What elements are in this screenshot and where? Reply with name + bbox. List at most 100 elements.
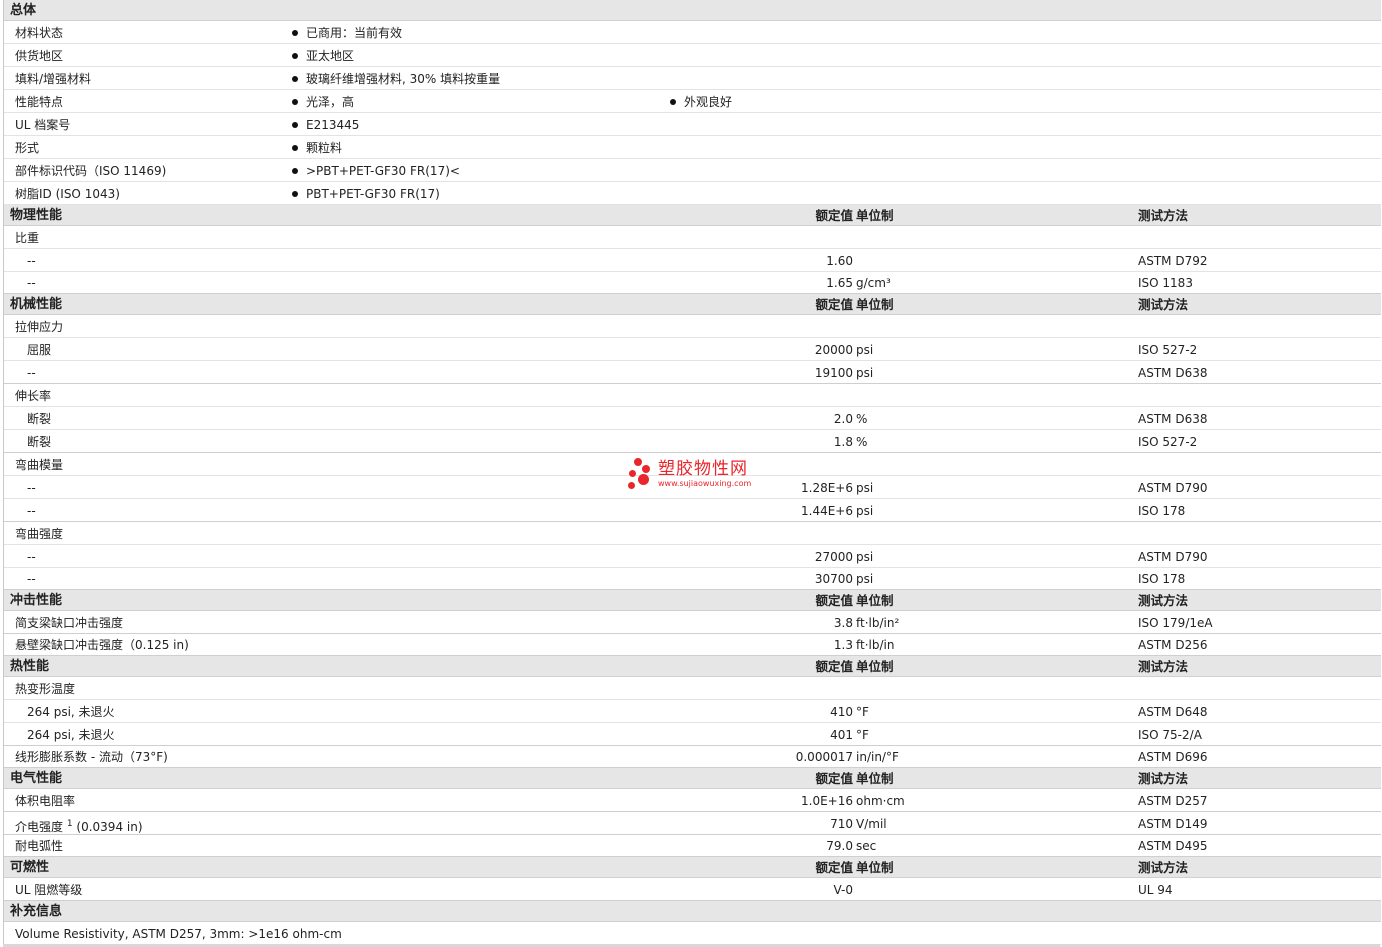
supplemental-text: Volume Resistivity, ASTM D257, 3mm: >1e1… bbox=[15, 927, 342, 941]
section-header-impact: 冲击性能 额定值 单位制 测试方法 bbox=[4, 590, 1381, 611]
bullet-text: 光泽，高 bbox=[306, 95, 355, 109]
column-header-value: 额定值 bbox=[815, 297, 853, 312]
property-test-method: ASTM D790 bbox=[1138, 550, 1208, 564]
column-header-value: 额定值 bbox=[815, 659, 853, 674]
property-row: 线形膨胀系数 - 流动（73°F) 0.000017 in/in/°F ASTM… bbox=[4, 746, 1381, 768]
group-label: 弯曲模量 bbox=[15, 458, 64, 472]
property-row: 介电强度 1 (0.0394 in) 710 V/mil ASTM D149 bbox=[4, 812, 1381, 835]
section-header-supplemental: 补充信息 bbox=[4, 901, 1381, 922]
column-header-unit: 单位制 bbox=[856, 659, 894, 674]
column-header-test: 测试方法 bbox=[1138, 297, 1189, 312]
column-header-test: 测试方法 bbox=[1138, 659, 1189, 674]
property-row: 264 psi, 未退火 410 °F ASTM D648 bbox=[4, 700, 1381, 723]
section-header-electrical: 电气性能 额定值 单位制 测试方法 bbox=[4, 768, 1381, 789]
property-bullet-value: 已商用：当前有效 bbox=[292, 22, 402, 45]
property-label: 耐电弧性 bbox=[15, 839, 64, 853]
label-condition: (0.0394 in) bbox=[76, 820, 143, 834]
property-label: 简支梁缺口冲击强度 bbox=[15, 616, 124, 630]
bullet-text: >PBT+PET-GF30 FR(17)< bbox=[306, 164, 460, 178]
property-unit: in/in/°F bbox=[856, 750, 899, 764]
property-label: 部件标识代码（ISO 11469) bbox=[15, 164, 167, 178]
property-group-row: 拉伸应力 bbox=[4, 315, 1381, 338]
bullet-text: 亚太地区 bbox=[306, 49, 355, 63]
property-row: 264 psi, 未退火 401 °F ISO 75-2/A bbox=[4, 723, 1381, 746]
property-value: 1.3 bbox=[833, 638, 853, 652]
column-header-value: 额定值 bbox=[815, 208, 853, 223]
property-test-method: ASTM D495 bbox=[1138, 839, 1208, 853]
property-row: 耐电弧性 79.0 sec ASTM D495 bbox=[4, 835, 1381, 857]
property-row: 简支梁缺口冲击强度 3.8 ft·lb/in² ISO 179/1eA bbox=[4, 611, 1381, 634]
property-test-method: ASTM D638 bbox=[1138, 412, 1208, 426]
property-test-method: ISO 178 bbox=[1138, 504, 1186, 518]
property-value: 30700 bbox=[814, 572, 853, 586]
property-unit: psi bbox=[856, 366, 874, 380]
property-value: 27000 bbox=[814, 550, 853, 564]
property-label: 树脂ID (ISO 1043) bbox=[15, 187, 120, 201]
property-sublabel: -- bbox=[27, 254, 36, 268]
property-row: -- 30700 psi ISO 178 bbox=[4, 568, 1381, 590]
property-label: 线形膨胀系数 - 流动（73°F) bbox=[15, 750, 168, 764]
property-sublabel: 断裂 bbox=[27, 412, 52, 426]
property-bullet-value: 外观良好 bbox=[670, 91, 732, 114]
property-label: 性能特点 bbox=[15, 95, 64, 109]
property-unit: psi bbox=[856, 343, 874, 357]
property-test-method: ASTM D648 bbox=[1138, 705, 1208, 719]
group-label: 伸长率 bbox=[15, 389, 52, 403]
property-unit: g/cm³ bbox=[856, 276, 891, 290]
property-value: 410 bbox=[830, 705, 853, 719]
property-sublabel: 屈服 bbox=[27, 343, 52, 357]
property-group-row: 热变形温度 bbox=[4, 677, 1381, 700]
property-value: 1.8 bbox=[833, 435, 853, 449]
bullet-icon bbox=[292, 76, 298, 82]
property-unit: ft·lb/in bbox=[856, 638, 895, 652]
general-row: 材料状态 已商用：当前有效 bbox=[4, 21, 1381, 44]
property-test-method: ASTM D792 bbox=[1138, 254, 1208, 268]
property-label: 形式 bbox=[15, 141, 40, 155]
bullet-icon bbox=[292, 191, 298, 197]
property-group-row: 比重 bbox=[4, 226, 1381, 249]
general-row: 供货地区 亚太地区 bbox=[4, 44, 1381, 67]
property-unit: psi bbox=[856, 572, 874, 586]
property-label: 材料状态 bbox=[15, 26, 64, 40]
property-value: 20000 bbox=[814, 343, 853, 357]
property-test-method: ISO 527-2 bbox=[1138, 343, 1198, 357]
column-header-unit: 单位制 bbox=[856, 208, 894, 223]
property-unit: °F bbox=[856, 728, 869, 742]
section-title: 热性能 bbox=[10, 659, 50, 674]
property-test-method: ASTM D256 bbox=[1138, 638, 1208, 652]
property-test-method: ASTM D696 bbox=[1138, 750, 1208, 764]
property-unit: % bbox=[856, 435, 868, 449]
property-bullet-value: 玻璃纤维增强材料, 30% 填料按重量 bbox=[292, 68, 500, 91]
bullet-text: PBT+PET-GF30 FR(17) bbox=[306, 187, 440, 201]
column-header-test: 测试方法 bbox=[1138, 771, 1189, 786]
bullet-text: 颗粒料 bbox=[306, 141, 343, 155]
property-row: -- 1.28E+6 psi ASTM D790 bbox=[4, 476, 1381, 499]
bullet-icon bbox=[292, 53, 298, 59]
section-title: 冲击性能 bbox=[10, 593, 63, 608]
property-sublabel: 264 psi, 未退火 bbox=[27, 728, 115, 742]
section-header-general: 总体 bbox=[4, 0, 1381, 21]
section-title: 物理性能 bbox=[10, 208, 63, 223]
property-bullet-value: 亚太地区 bbox=[292, 45, 354, 68]
property-unit: psi bbox=[856, 504, 874, 518]
property-row: 屈服 20000 psi ISO 527-2 bbox=[4, 338, 1381, 361]
section-header-thermal: 热性能 额定值 单位制 测试方法 bbox=[4, 656, 1381, 677]
column-header-test: 测试方法 bbox=[1138, 208, 1189, 223]
property-bullet-value: >PBT+PET-GF30 FR(17)< bbox=[292, 160, 460, 183]
group-label: 热变形温度 bbox=[15, 682, 76, 696]
section-header-flammability: 可燃性 额定值 单位制 测试方法 bbox=[4, 857, 1381, 878]
supplemental-row: Volume Resistivity, ASTM D257, 3mm: >1e1… bbox=[4, 922, 1381, 945]
general-row: 填料/增强材料 玻璃纤维增强材料, 30% 填料按重量 bbox=[4, 67, 1381, 90]
property-label: 体积电阻率 bbox=[15, 794, 76, 808]
bullet-text: E213445 bbox=[306, 118, 360, 132]
property-sublabel: -- bbox=[27, 481, 36, 495]
bullet-text: 外观良好 bbox=[684, 95, 733, 109]
property-value: 1.60 bbox=[826, 254, 853, 268]
property-value: V-0 bbox=[833, 883, 853, 897]
property-value: 1.65 bbox=[826, 276, 853, 290]
property-sublabel: -- bbox=[27, 504, 36, 518]
general-row: UL 档案号 E213445 bbox=[4, 113, 1381, 136]
property-value: 710 bbox=[830, 817, 853, 831]
property-row: -- 1.60 ASTM D792 bbox=[4, 249, 1381, 272]
group-label: 弯曲强度 bbox=[15, 527, 64, 541]
